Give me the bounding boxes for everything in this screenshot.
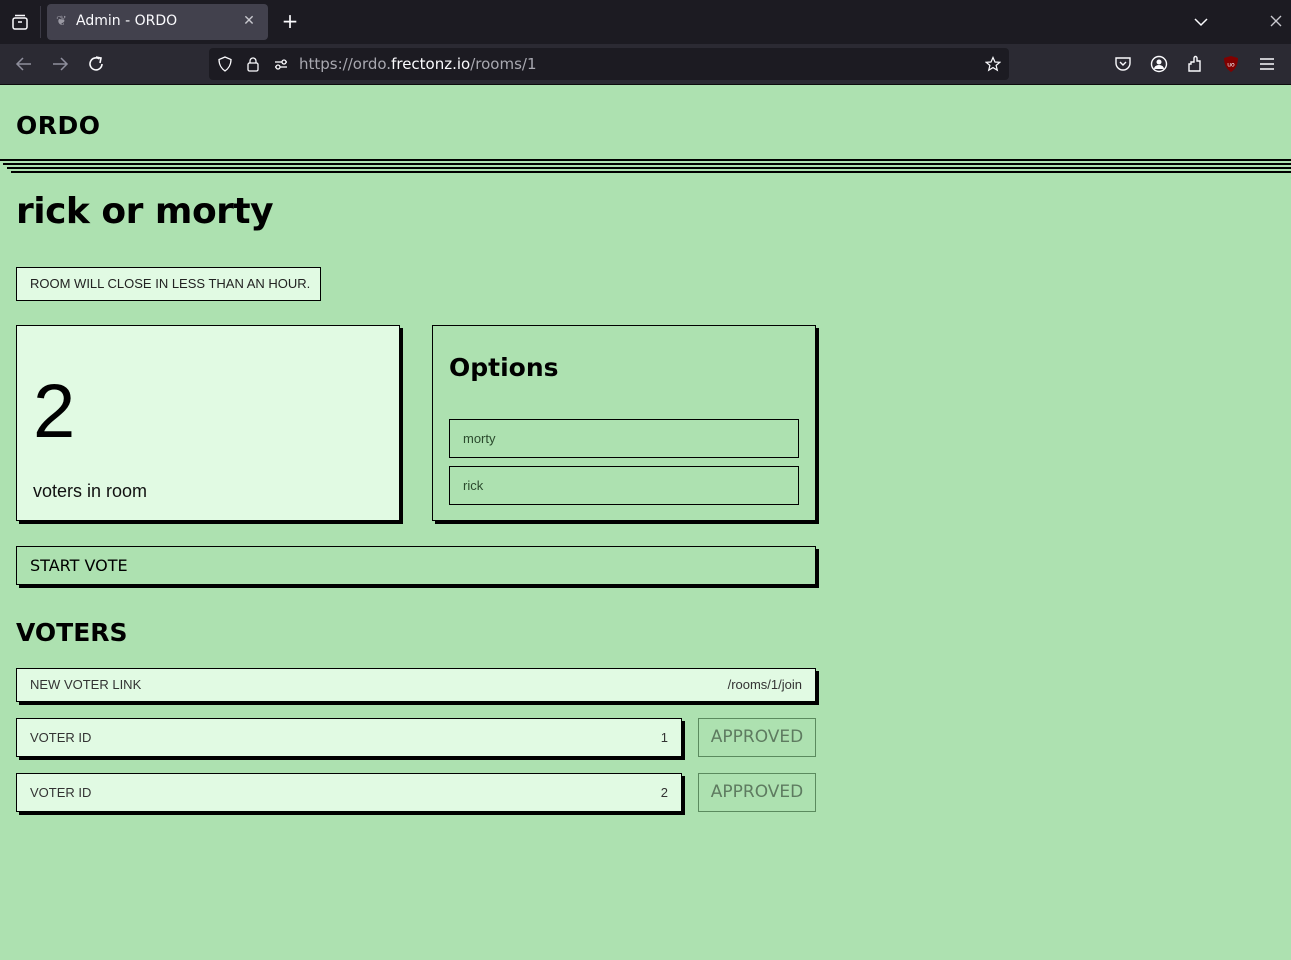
url-path: /rooms/1 <box>470 55 537 73</box>
url-subdomain: ordo. <box>352 55 392 73</box>
pocket-icon[interactable] <box>1114 55 1132 73</box>
menu-icon[interactable] <box>1258 55 1276 73</box>
browser-tab[interactable]: ❦ Admin - ORDO ✕ <box>47 4 268 40</box>
account-icon[interactable] <box>1150 55 1168 73</box>
permissions-icon[interactable] <box>273 56 289 72</box>
reload-icon[interactable] <box>85 53 107 75</box>
svg-text:uo: uo <box>1227 62 1235 69</box>
ordo-favicon-icon: ❦ <box>56 14 67 29</box>
shield-icon[interactable] <box>217 56 233 72</box>
back-icon[interactable] <box>13 53 35 75</box>
browser-tab-bar: ❦ Admin - ORDO ✕ + <box>0 0 1291 44</box>
close-tab-icon[interactable]: ✕ <box>240 12 258 30</box>
voter-row: VOTER ID 2 <box>16 773 682 812</box>
voters-heading: VOTERS <box>16 618 128 647</box>
url-host: frectonz.io <box>391 55 471 73</box>
voter-count-label: voters in room <box>33 481 148 501</box>
option-item: rick <box>449 466 799 505</box>
list-all-tabs-icon[interactable] <box>1192 14 1210 28</box>
url-text[interactable]: https://ordo.frectonz.io/rooms/1 <box>299 55 537 73</box>
start-vote-button[interactable]: START VOTE <box>16 546 816 585</box>
voter-id-value: 2 <box>660 785 668 800</box>
url-scheme: https:// <box>299 55 353 73</box>
voter-id-label: VOTER ID <box>30 730 92 745</box>
new-tab-icon[interactable]: + <box>280 11 300 31</box>
room-title: rick or morty <box>16 191 274 232</box>
header-divider <box>0 159 1291 175</box>
extensions-icon[interactable] <box>1186 55 1204 73</box>
tab-list-icon[interactable] <box>10 12 30 32</box>
approved-button[interactable]: APPROVED <box>698 773 816 812</box>
tab-title: Admin - ORDO <box>76 13 178 29</box>
new-voter-link-url[interactable]: /rooms/1/join <box>728 669 802 701</box>
browser-nav-bar: https://ordo.frectonz.io/rooms/1 uo <box>0 44 1291 85</box>
room-close-notice: ROOM WILL CLOSE IN LESS THAN AN HOUR. <box>16 267 321 301</box>
voter-id-label: VOTER ID <box>30 785 92 800</box>
page-content: ORDO rick or morty ROOM WILL CLOSE IN LE… <box>0 85 1291 960</box>
voter-id-value: 1 <box>660 730 668 745</box>
new-voter-link[interactable]: NEW VOTER LINK /rooms/1/join <box>16 668 816 702</box>
lock-icon[interactable] <box>245 56 261 72</box>
options-title: Options <box>449 353 559 382</box>
window-close-icon[interactable] <box>1268 13 1284 29</box>
url-bar[interactable]: https://ordo.frectonz.io/rooms/1 <box>209 48 1009 80</box>
voter-count-card: 2 voters in room <box>16 325 400 521</box>
approved-button[interactable]: APPROVED <box>698 718 816 757</box>
new-voter-link-label: NEW VOTER LINK <box>30 677 142 692</box>
option-item: morty <box>449 419 799 458</box>
ublock-icon[interactable]: uo <box>1222 55 1240 73</box>
site-logo[interactable]: ORDO <box>16 111 101 140</box>
voter-count: 2 <box>33 369 76 454</box>
forward-icon[interactable] <box>49 53 71 75</box>
tab-divider <box>40 6 41 38</box>
voter-row: VOTER ID 1 <box>16 718 682 757</box>
bookmark-star-icon[interactable] <box>984 56 1002 72</box>
options-card: Options morty rick <box>432 325 816 521</box>
